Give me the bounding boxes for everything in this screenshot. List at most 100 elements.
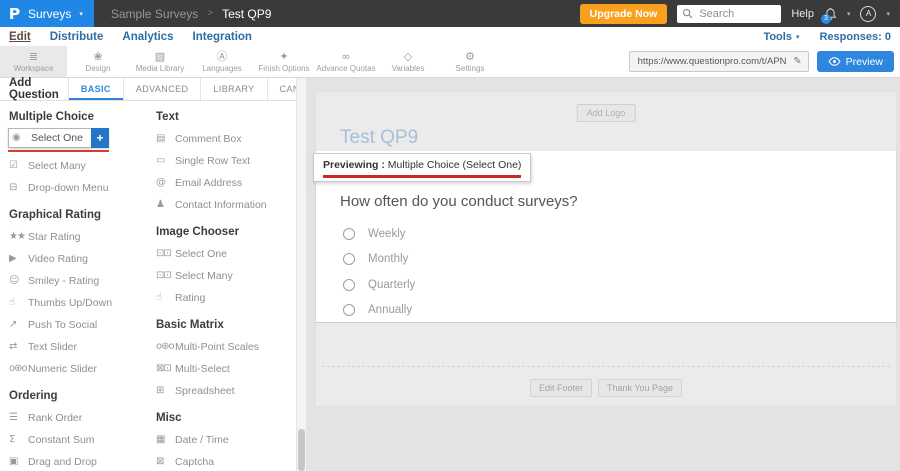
checkbox-list-icon: ☑	[9, 161, 28, 171]
question-type-label: Smiley - Rating	[28, 275, 99, 287]
question-type-label: Comment Box	[175, 133, 242, 145]
surveys-menu-button[interactable]: P Surveys ▾	[0, 0, 94, 27]
search-box[interactable]	[677, 5, 781, 23]
tab-basic[interactable]: BASIC	[68, 78, 123, 100]
stars-icon: ★★	[9, 232, 28, 242]
search-input[interactable]	[697, 7, 776, 21]
question-text[interactable]: How often do you conduct surveys?	[340, 193, 896, 210]
upgrade-now-button[interactable]: Upgrade Now	[580, 4, 668, 24]
previewing-value: Multiple Choice (Select One)	[388, 159, 522, 171]
breadcrumb-parent[interactable]: Sample Surveys	[111, 7, 198, 21]
calendar-clock-icon: ▦	[156, 435, 175, 445]
add-question-plus-button[interactable]: +	[91, 128, 109, 148]
tab-integration[interactable]: Integration	[193, 31, 252, 43]
preview-button[interactable]: Preview	[817, 51, 894, 72]
video-icon: ▶	[9, 254, 28, 264]
thumb-icon: ☝	[9, 298, 28, 308]
preview-label: Preview	[846, 56, 883, 68]
radio-icon[interactable]	[343, 279, 355, 291]
panel-scrollbar-track[interactable]	[296, 78, 306, 471]
tab-edit[interactable]: Edit	[9, 31, 31, 43]
captcha-icon: ⊠	[156, 457, 175, 467]
radio-icon[interactable]	[343, 253, 355, 265]
question-type-star-rating[interactable]: ★★ Star Rating	[0, 226, 147, 248]
section-title-multiple-choice: Multiple Choice	[9, 111, 147, 123]
question-type-video-rating[interactable]: ▶ Video Rating	[0, 248, 147, 270]
question-type-image-select-one[interactable]: ⊡⊡ Select One	[147, 243, 296, 265]
question-type-contact-information[interactable]: ♟ Contact Information	[147, 194, 296, 216]
tools-menu-button[interactable]: Tools ▾	[763, 31, 799, 43]
option-row-monthly[interactable]: Monthly	[340, 247, 896, 273]
question-type-text-slider[interactable]: ⇄ Text Slider	[0, 336, 147, 358]
question-type-label: Select One	[175, 248, 227, 260]
question-type-dropdown-menu[interactable]: ⊟ Drop-down Menu	[0, 177, 147, 199]
toolbar-item-media-library[interactable]: ▧ Media Library	[129, 46, 191, 77]
toolbar-item-advance-quotas[interactable]: ∞ Advance Quotas	[315, 46, 377, 77]
question-type-multi-select[interactable]: ⊠⊡ Multi-Select	[147, 358, 296, 380]
add-logo-button[interactable]: Add Logo	[577, 104, 636, 122]
toolbar-item-settings[interactable]: ⚙ Settings	[439, 46, 501, 77]
toolbar-item-finish-options[interactable]: ✦ Finish Options	[253, 46, 315, 77]
section-title-image-chooser: Image Chooser	[156, 226, 296, 238]
survey-url-field[interactable]: ✎	[629, 51, 809, 72]
option-row-annually[interactable]: Annually	[340, 298, 896, 324]
question-type-date-time[interactable]: ▦ Date / Time	[147, 429, 296, 451]
option-row-quarterly[interactable]: Quarterly	[340, 272, 896, 298]
radio-icon[interactable]	[343, 304, 355, 316]
question-type-smiley-rating[interactable]: ☺ Smiley - Rating	[0, 270, 147, 292]
tab-distribute[interactable]: Distribute	[50, 31, 104, 43]
help-link[interactable]: Help	[791, 8, 814, 20]
question-type-comment-box[interactable]: ▤ Comment Box	[147, 128, 296, 150]
question-types-column-left: Multiple Choice ◉ Select One + ☑ Select …	[0, 101, 147, 471]
toolbar-item-languages[interactable]: Ⓐ Languages	[191, 46, 253, 77]
question-type-spreadsheet[interactable]: ⊞ Spreadsheet	[147, 380, 296, 402]
notifications-button[interactable]: 3	[824, 7, 837, 21]
question-type-label: Multi-Select	[175, 363, 230, 375]
edit-footer-button[interactable]: Edit Footer	[530, 379, 592, 397]
footer-buttons: Edit Footer Thank You Page	[316, 379, 896, 397]
toolbar-item-design[interactable]: ❀ Design	[67, 46, 129, 77]
toolbar-item-variables[interactable]: ◇ Variables	[377, 46, 439, 77]
question-type-multi-point-scales[interactable]: o⊕o Multi-Point Scales	[147, 336, 296, 358]
survey-title[interactable]: Test QP9	[340, 127, 418, 149]
tab-analytics[interactable]: Analytics	[122, 31, 173, 43]
image-pair-icon: ⊡⊡	[156, 249, 175, 259]
question-type-image-select-many[interactable]: ⊡⊡ Select Many	[147, 265, 296, 287]
smiley-icon: ☺	[9, 276, 28, 286]
question-type-push-to-social[interactable]: ↗ Push To Social	[0, 314, 147, 336]
thank-you-page-button[interactable]: Thank You Page	[598, 379, 682, 397]
toolbar-item-workspace[interactable]: ≣ Workspace	[0, 46, 67, 77]
option-row-weekly[interactable]: Weekly	[340, 221, 896, 247]
panel-scrollbar-thumb[interactable]	[298, 429, 305, 471]
question-type-email-address[interactable]: @ Email Address	[147, 172, 296, 194]
answer-options: Weekly Monthly Quarterly Annually	[340, 221, 896, 323]
tools-label: Tools	[763, 31, 792, 43]
survey-url-input[interactable]	[636, 55, 790, 68]
avatar[interactable]: A	[860, 6, 876, 22]
question-type-captcha[interactable]: ⊠ Captcha	[147, 451, 296, 471]
question-type-list: Multiple Choice ◉ Select One + ☑ Select …	[0, 101, 296, 471]
question-type-rank-order[interactable]: ☰ Rank Order	[0, 407, 147, 429]
eye-icon	[828, 57, 841, 66]
responses-count[interactable]: Responses: 0	[819, 31, 891, 43]
question-type-constant-sum[interactable]: Σ Constant Sum	[0, 429, 147, 451]
question-type-select-one[interactable]: ◉ Select One +	[8, 128, 109, 148]
numeric-slider-icon: o⊕o	[9, 364, 28, 374]
tab-library[interactable]: LIBRARY	[200, 78, 266, 100]
question-type-drag-and-drop[interactable]: ▣ Drag and Drop	[0, 451, 147, 471]
workspace-icon: ≣	[29, 51, 38, 63]
survey-preview-area: Add Logo Test QP9 Previewing : Multiple …	[306, 78, 900, 471]
question-type-thumbs-up-down[interactable]: ☝ Thumbs Up/Down	[0, 292, 147, 314]
chevron-down-icon: ▾	[847, 10, 851, 18]
multi-checkbox-icon: ⊠⊡	[156, 364, 175, 374]
question-type-label: Multi-Point Scales	[175, 341, 259, 353]
edit-url-pencil-icon[interactable]: ✎	[793, 56, 801, 67]
question-type-single-row-text[interactable]: ▭ Single Row Text	[147, 150, 296, 172]
question-type-image-rating[interactable]: ☝ Rating	[147, 287, 296, 309]
radio-icon[interactable]	[343, 228, 355, 240]
question-type-select-many[interactable]: ☑ Select Many	[0, 155, 147, 177]
gear-icon: ⚙	[465, 51, 475, 63]
toolbar-item-label: Finish Options	[258, 64, 309, 73]
tab-advanced[interactable]: ADVANCED	[123, 78, 201, 100]
question-type-numeric-slider[interactable]: o⊕o Numeric Slider	[0, 358, 147, 380]
